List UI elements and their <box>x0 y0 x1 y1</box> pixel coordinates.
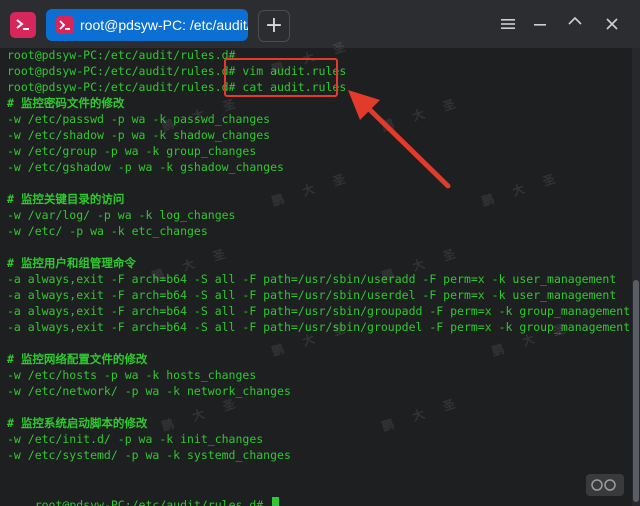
tab-active-terminal[interactable]: root@pdsyw-PC: /etc/audit/rules.d <box>46 9 248 41</box>
title-bar: root@pdsyw-PC: /etc/audit/rules.d + <box>0 0 640 48</box>
terminal-line: -w /etc/network/ -p wa -k network_change… <box>7 384 291 398</box>
terminal-comment-line: # 监控密码文件的修改 <box>7 96 125 110</box>
maximize-icon[interactable] <box>565 14 585 34</box>
terminal-line: -w /etc/shadow -p wa -k shadow_changes <box>7 128 271 142</box>
terminal-line: -a always,exit -F arch=b64 -S all -F pat… <box>7 288 617 302</box>
terminal-output[interactable]: root@pdsyw-PC:/etc/audit/rules.d# root@p… <box>0 48 632 506</box>
scrollbar[interactable] <box>632 48 640 506</box>
text-cursor <box>272 497 280 506</box>
terminal-prompt-line[interactable]: root@pdsyw-PC:/etc/audit/rules.d# <box>7 481 280 506</box>
terminal-line: -w /var/log/ -p wa -k log_changes <box>7 208 236 222</box>
terminal-comment-line: # 监控关键目录的访问 <box>7 192 125 206</box>
watermark-badge <box>586 474 624 496</box>
hamburger-menu-icon[interactable] <box>498 14 518 34</box>
tab-title: root@pdsyw-PC: /etc/audit/rules.d <box>80 17 248 33</box>
terminal-tab-icon <box>56 16 74 34</box>
terminal-line: -a always,exit -F arch=b64 -S all -F pat… <box>7 304 631 318</box>
terminal-line: -w /etc/group -p wa -k group_changes <box>7 144 257 158</box>
annotation-highlight-box <box>224 58 338 97</box>
prompt-text: root@pdsyw-PC:/etc/audit/rules.d# <box>34 498 271 506</box>
terminal-line: -w /etc/systemd/ -p wa -k systemd_change… <box>7 448 291 462</box>
terminal-line: -w /etc/ -p wa -k etc_changes <box>7 224 208 238</box>
terminal-line: root@pdsyw-PC:/etc/audit/rules.d# <box>7 48 236 62</box>
terminal-line: -w /etc/gshadow -p wa -k gshadow_changes <box>7 160 284 174</box>
terminal-line: -w /etc/init.d/ -p wa -k init_changes <box>7 432 264 446</box>
terminal-app-icon[interactable] <box>10 12 36 38</box>
arrow-icon <box>348 90 451 189</box>
terminal-line: -a always,exit -F arch=b64 -S all -F pat… <box>7 272 617 286</box>
terminal-line: -w /etc/passwd -p wa -k passwd_changes <box>7 112 271 126</box>
terminal-comment-line: # 监控系统启动脚本的修改 <box>7 416 148 430</box>
minimize-icon[interactable] <box>530 14 550 34</box>
terminal-comment-line: # 监控网络配置文件的修改 <box>7 352 148 366</box>
new-tab-button[interactable]: + <box>258 10 290 42</box>
scrollbar-thumb[interactable] <box>633 280 639 502</box>
terminal-line: -w /etc/hosts -p wa -k hosts_changes <box>7 368 257 382</box>
close-icon[interactable] <box>602 14 622 34</box>
terminal-comment-line: # 监控用户和组管理命令 <box>7 256 136 270</box>
